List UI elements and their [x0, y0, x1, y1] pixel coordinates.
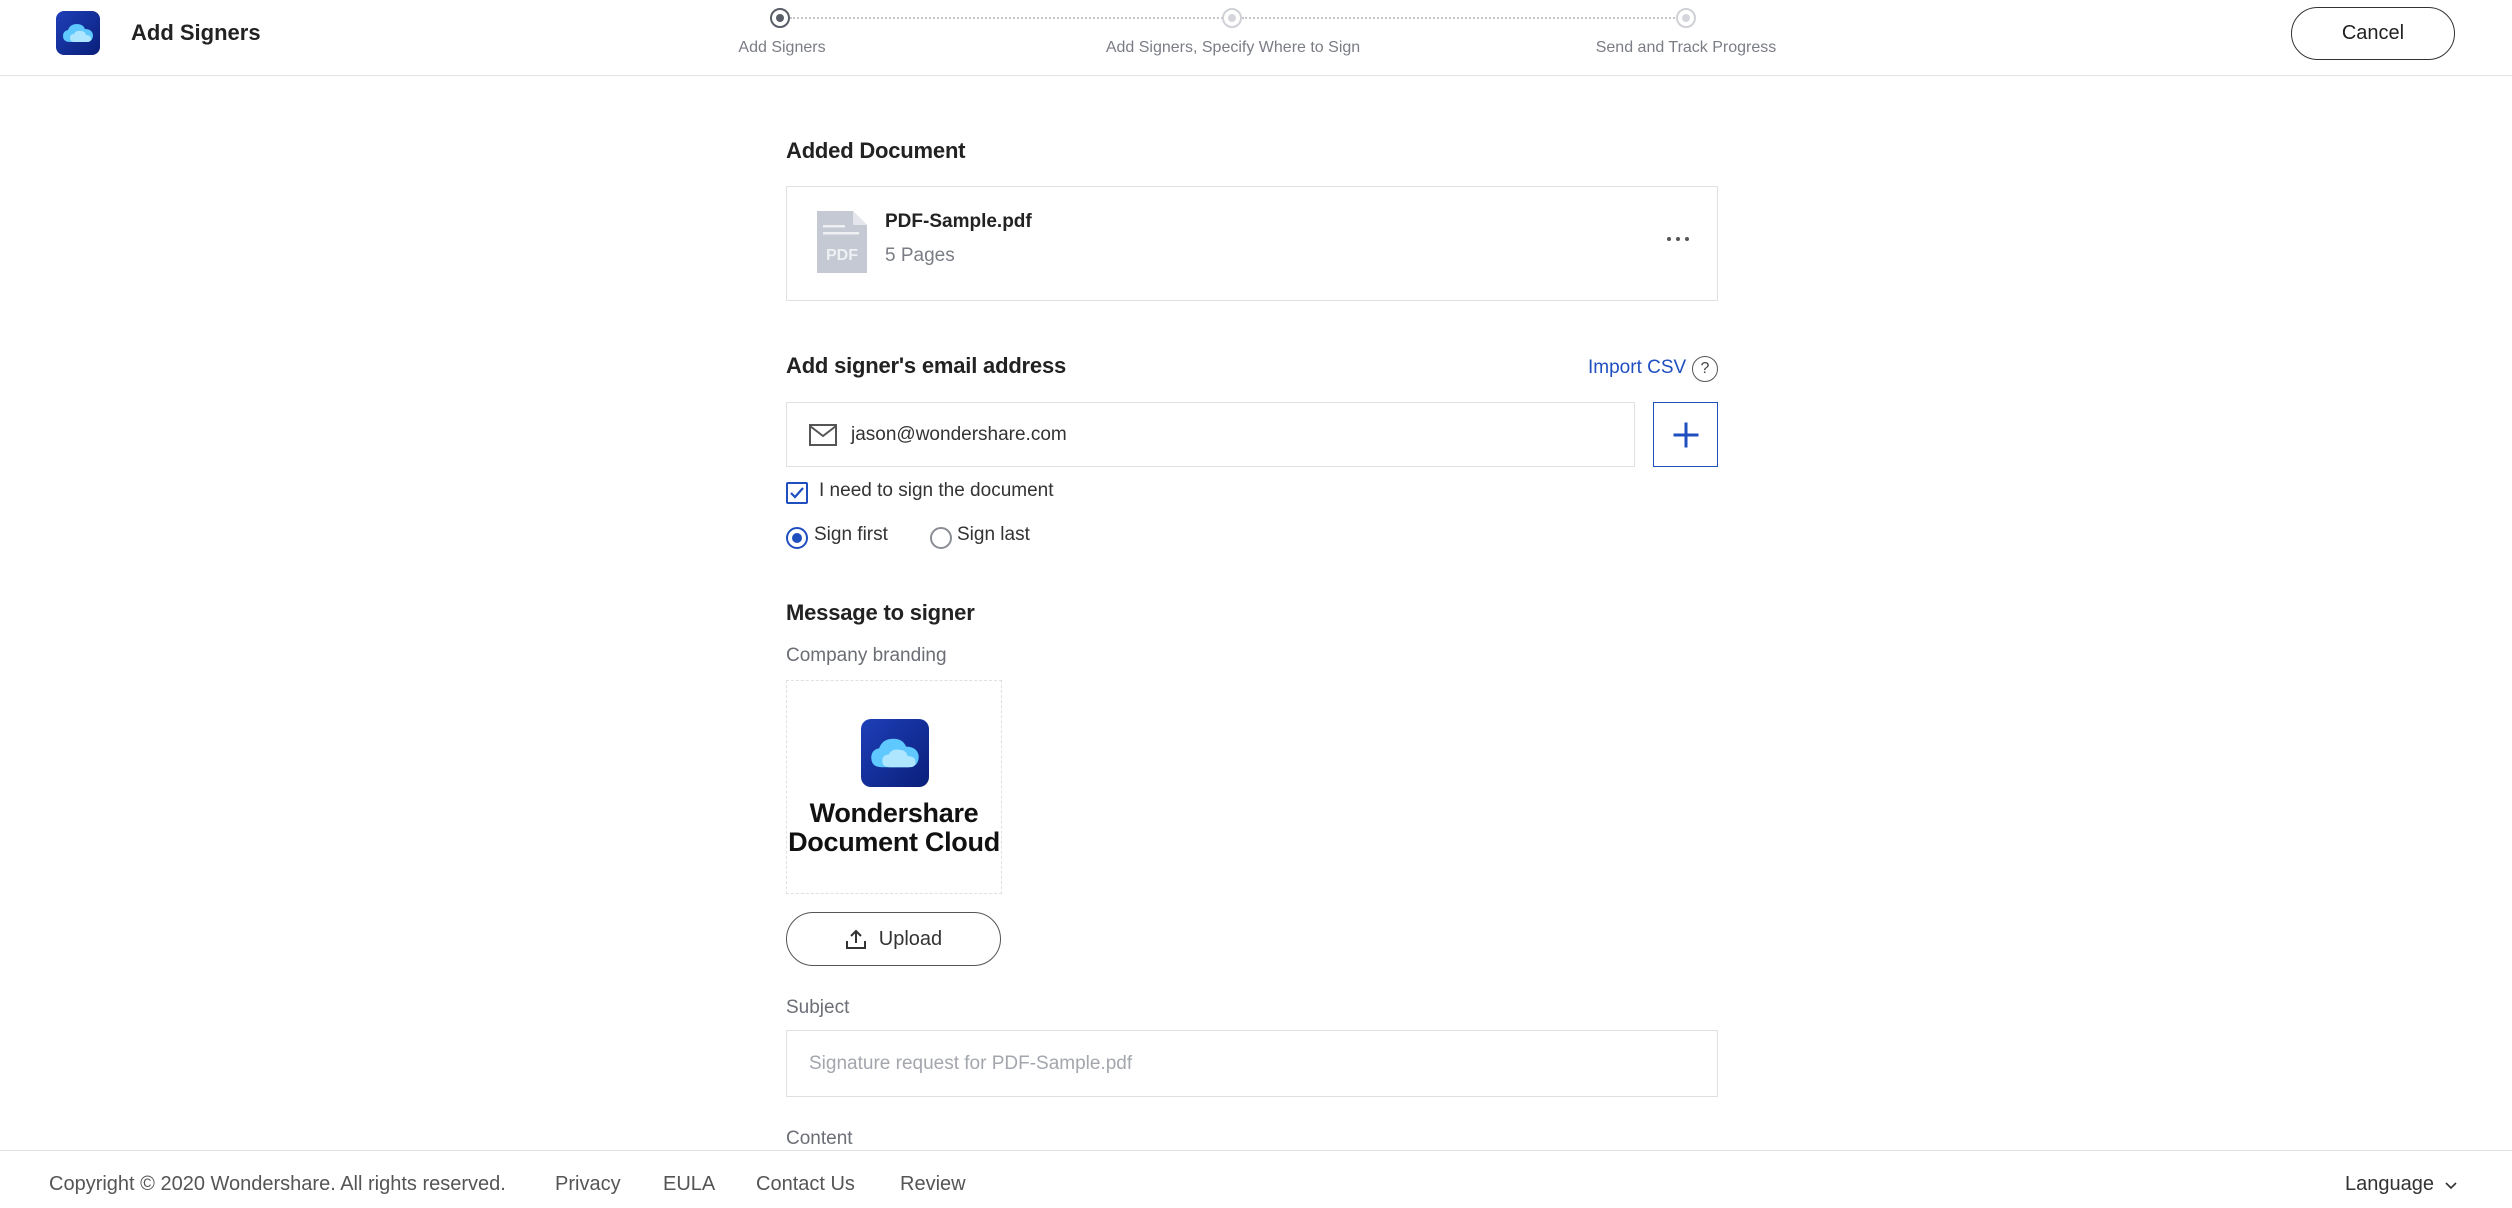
page-footer: Copyright © 2020 Wondershare. All rights… [0, 1150, 2512, 1208]
self-sign-checkbox[interactable] [786, 482, 808, 504]
footer-link-privacy[interactable]: Privacy [555, 1173, 621, 1196]
upload-icon [845, 929, 866, 949]
sign-last-radio[interactable] [930, 527, 952, 549]
add-signer-heading: Add signer's email address [786, 353, 1067, 378]
checkmark-icon [790, 487, 804, 499]
step-3-label: Send and Track Progress [1595, 39, 1777, 56]
sign-first-label: Sign first [814, 524, 888, 545]
import-csv-link[interactable]: Import CSV [1588, 357, 1686, 379]
stepper-connector [1242, 17, 1678, 19]
content-label: Content [786, 1128, 853, 1149]
top-header: Add Signers Add Signers Add Signers, Spe… [0, 0, 2512, 76]
brand-logo [861, 719, 929, 787]
footer-link-contact[interactable]: Contact Us [756, 1173, 855, 1196]
self-sign-label: I need to sign the document [819, 480, 1054, 501]
step-2-label: Add Signers, Specify Where to Sign [1105, 39, 1361, 56]
message-heading: Message to signer [786, 600, 975, 625]
footer-link-review[interactable]: Review [900, 1173, 966, 1196]
upload-label: Upload [878, 927, 943, 950]
subject-label: Subject [786, 997, 850, 1018]
document-card: PDF PDF-Sample.pdf 5 Pages [786, 186, 1718, 301]
subject-input[interactable] [786, 1030, 1718, 1097]
sign-first-radio[interactable] [786, 527, 808, 549]
cloud-logo-icon [871, 738, 919, 768]
page-title: Add Signers [131, 20, 261, 45]
company-branding-label: Company branding [786, 645, 947, 666]
app-logo[interactable] [56, 11, 100, 55]
document-name: PDF-Sample.pdf [885, 211, 1032, 232]
added-document-heading: Added Document [786, 138, 966, 163]
language-label: Language [2345, 1173, 2434, 1195]
footer-link-eula[interactable]: EULA [663, 1173, 715, 1196]
cloud-logo-icon [63, 24, 93, 42]
help-icon[interactable]: ? [1692, 356, 1718, 382]
chevron-down-icon [2444, 1182, 2457, 1190]
mail-icon [809, 423, 837, 446]
more-horizontal-icon[interactable] [1667, 235, 1691, 243]
svg-text:PDF: PDF [826, 247, 858, 264]
language-selector[interactable]: Language [2345, 1173, 2458, 1196]
company-branding-preview: Wondershare Document Cloud [786, 680, 1002, 894]
document-page-count: 5 Pages [885, 245, 955, 266]
step-2-indicator [1222, 8, 1242, 28]
upload-button[interactable]: Upload [786, 912, 1001, 966]
plus-icon [1673, 422, 1698, 447]
step-3-indicator [1676, 8, 1696, 28]
add-signer-button[interactable] [1653, 402, 1718, 467]
pdf-file-icon: PDF [817, 211, 867, 273]
step-1-label: Add Signers [738, 39, 826, 56]
brand-name: Wondershare Document Cloud [788, 798, 1000, 857]
stepper-connector [790, 17, 1230, 19]
signer-email-field[interactable]: jason@wondershare.com [786, 402, 1635, 467]
copyright-text: Copyright © 2020 Wondershare. All rights… [49, 1173, 506, 1195]
signer-email-value: jason@wondershare.com [851, 423, 1067, 445]
cancel-button[interactable]: Cancel [2291, 7, 2455, 60]
step-1-indicator [770, 8, 790, 28]
sign-last-label: Sign last [957, 524, 1030, 545]
